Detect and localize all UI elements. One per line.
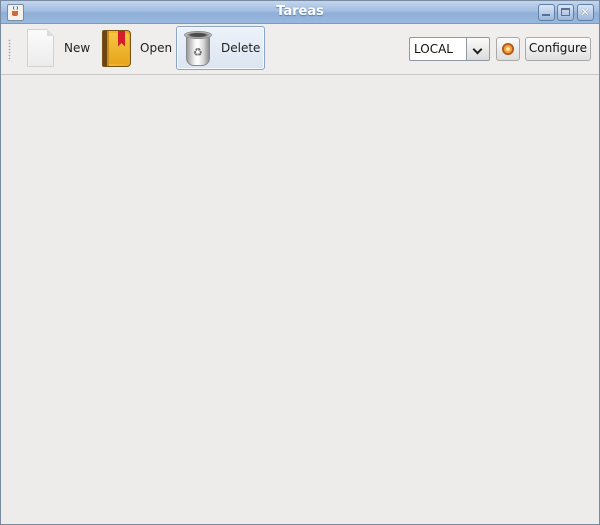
- maximize-button[interactable]: [557, 4, 574, 21]
- location-select-text: LOCAL: [414, 42, 453, 56]
- delete-button-label: Delete: [221, 41, 261, 55]
- open-button[interactable]: Open: [98, 26, 174, 70]
- close-button[interactable]: ✕: [577, 4, 594, 21]
- settings-icon-button[interactable]: [496, 37, 520, 61]
- open-button-label: Open: [140, 41, 173, 55]
- new-document-icon: [27, 29, 54, 67]
- minimize-button[interactable]: [538, 4, 555, 21]
- title-bar[interactable]: Tareas ✕: [1, 1, 599, 24]
- location-select-value[interactable]: LOCAL: [409, 37, 467, 61]
- window-title: Tareas: [276, 4, 324, 19]
- trash-icon: ♻: [184, 29, 212, 67]
- settings-icon: [502, 43, 514, 55]
- app-window: Tareas ✕ New Open ♻ Delete LOCAL Configu…: [0, 0, 600, 525]
- location-select[interactable]: LOCAL: [409, 37, 490, 61]
- configure-button[interactable]: Configure: [525, 37, 591, 61]
- open-book-icon: [102, 29, 131, 67]
- main-content-area: [1, 75, 599, 524]
- delete-button[interactable]: ♻ Delete: [176, 26, 265, 70]
- toolbar: New Open ♻ Delete LOCAL Configure: [1, 24, 599, 75]
- chevron-down-icon[interactable]: [467, 37, 490, 61]
- toolbar-grip[interactable]: [8, 39, 11, 61]
- close-icon: ✕: [580, 5, 591, 19]
- new-button-label: New: [64, 41, 91, 55]
- new-button[interactable]: New: [23, 26, 92, 70]
